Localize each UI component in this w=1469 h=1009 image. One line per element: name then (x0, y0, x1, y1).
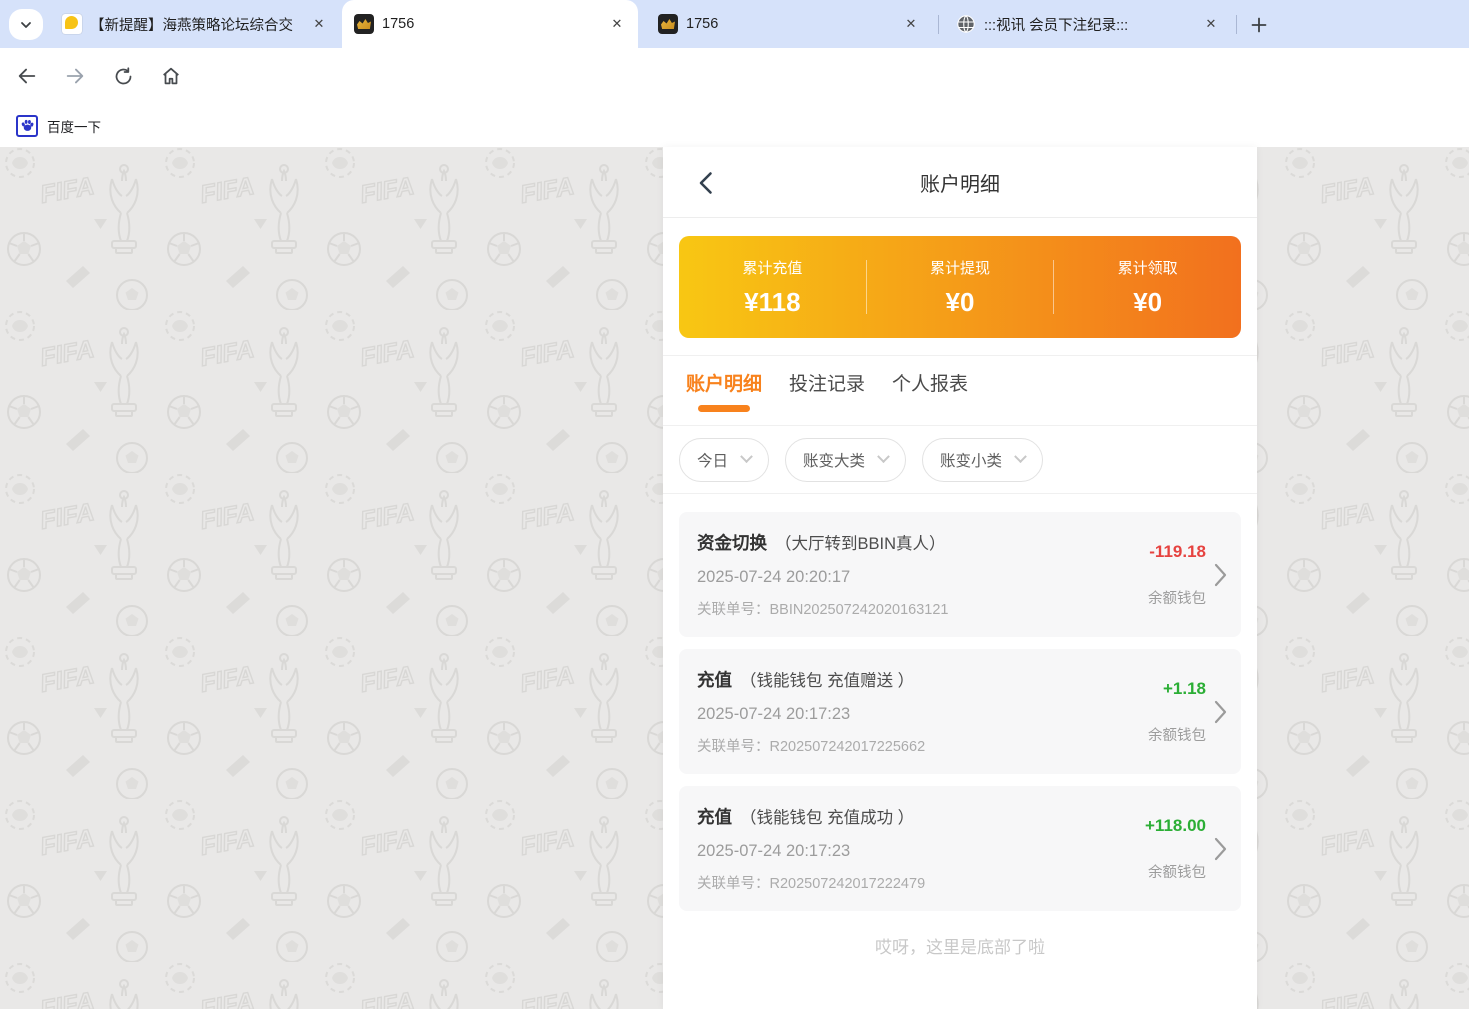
total-withdraw-value: ¥0 (946, 287, 975, 318)
txn-wallet: 余额钱包 (1148, 587, 1206, 608)
reload-button[interactable] (106, 59, 140, 93)
gold-emblem-favicon-icon (658, 14, 678, 34)
txn-amount: -119.18 (1149, 542, 1206, 562)
browser-tab-1[interactable]: 【新提醒】海燕策略论坛综合交 ✕ (50, 0, 340, 48)
txn-datetime: 2025-07-24 20:17:23 (697, 842, 925, 861)
filter-major-category-dropdown[interactable]: 账变大类 (785, 438, 906, 482)
transaction-row[interactable]: 充值 （钱能钱包 充值赠送 ） 2025-07-24 20:17:23 关联单号… (679, 649, 1241, 774)
tab-bet-records[interactable]: 投注记录 (789, 369, 865, 412)
chevron-down-icon (1014, 450, 1027, 463)
tab-personal-report[interactable]: 个人报表 (892, 369, 968, 412)
total-deposit-value: ¥118 (744, 287, 800, 318)
globe-icon (956, 14, 976, 34)
forum-favicon-icon (62, 14, 82, 34)
close-icon[interactable]: ✕ (310, 15, 328, 33)
txn-wallet: 余额钱包 (1148, 861, 1206, 882)
txn-datetime: 2025-07-24 20:17:23 (697, 705, 925, 724)
total-claimed-value: ¥0 (1133, 287, 1162, 318)
baidu-paw-icon (16, 115, 38, 137)
filter-minor-category-dropdown[interactable]: 账变小类 (922, 438, 1043, 482)
chevron-down-icon (740, 450, 753, 463)
transaction-row[interactable]: 资金切换 （大厅转到BBIN真人） 2025-07-24 20:20:17 关联… (679, 512, 1241, 637)
back-button[interactable] (10, 59, 44, 93)
total-claimed-label: 累计领取 (1118, 257, 1178, 278)
tab-title: :::视讯 会员下注纪录::: (984, 14, 1194, 35)
end-of-list-text: 哎呀，这里是底部了啦 (679, 933, 1241, 958)
totals-card: 累计充值 ¥118 累计提现 ¥0 累计领取 ¥0 (679, 236, 1241, 338)
txn-type: 资金切换 (697, 530, 767, 555)
tab-separator (1236, 15, 1237, 34)
total-claimed: 累计领取 ¥0 (1054, 257, 1241, 318)
txn-subtitle: （钱能钱包 充值赠送 ） (740, 667, 914, 691)
close-icon[interactable]: ✕ (608, 15, 626, 33)
close-icon[interactable]: ✕ (902, 15, 920, 33)
close-icon[interactable]: ✕ (1202, 15, 1220, 33)
summary-section: 累计充值 ¥118 累计提现 ¥0 累计领取 ¥0 (663, 218, 1257, 356)
filter-label: 账变大类 (803, 449, 865, 471)
total-deposit: 累计充值 ¥118 (679, 257, 866, 318)
chevron-right-icon (1214, 563, 1227, 587)
txn-datetime: 2025-07-24 20:20:17 (697, 568, 949, 587)
page-title: 账户明细 (663, 147, 1257, 218)
txn-type: 充值 (697, 804, 732, 829)
new-tab-button[interactable] (1246, 12, 1272, 38)
browser-tab-strip: 【新提醒】海燕策略论坛综合交 ✕ 1756 ✕ 1756 ✕ :::视讯 会员下… (0, 0, 1469, 48)
total-withdraw: 累计提现 ¥0 (867, 257, 1054, 318)
transaction-row[interactable]: 充值 （钱能钱包 充值成功 ） 2025-07-24 20:17:23 关联单号… (679, 786, 1241, 911)
plus-icon (1251, 17, 1267, 33)
total-withdraw-label: 累计提现 (930, 257, 990, 278)
tab-search-button[interactable] (9, 9, 43, 40)
chevron-down-icon (19, 18, 33, 32)
filter-date-dropdown[interactable]: 今日 (679, 438, 769, 482)
chevron-down-icon (877, 450, 890, 463)
chevron-right-icon (1214, 837, 1227, 861)
chevron-right-icon (1214, 700, 1227, 724)
reload-icon (113, 66, 134, 87)
panel-header: 账户明细 (663, 147, 1257, 218)
tab-title: 1756 (382, 16, 600, 32)
tab-label: 个人报表 (892, 369, 968, 396)
txn-order-number: 关联单号：R202507242017225662 (697, 735, 925, 756)
forward-button[interactable] (58, 59, 92, 93)
gold-emblem-favicon-icon (354, 14, 374, 34)
page-tabs: 账户明细 投注记录 个人报表 (663, 356, 1257, 426)
txn-order-number: 关联单号：BBIN202507242020163121 (697, 598, 949, 619)
tab-title: 1756 (686, 16, 894, 32)
txn-type: 充值 (697, 667, 732, 692)
tab-title: 【新提醒】海燕策略论坛综合交 (90, 14, 302, 35)
tab-label: 投注记录 (789, 369, 865, 396)
tab-account-detail[interactable]: 账户明细 (686, 369, 762, 412)
filter-label: 账变小类 (940, 449, 1002, 471)
home-icon (160, 65, 182, 87)
tab-label: 账户明细 (686, 369, 762, 396)
browser-toolbar: 175616.cc/reports/index (0, 48, 1469, 104)
filter-label: 今日 (697, 449, 728, 471)
forward-arrow-icon (64, 65, 86, 87)
tab-separator (938, 15, 939, 34)
browser-tab-2-active[interactable]: 1756 ✕ (342, 0, 638, 48)
total-deposit-label: 累计充值 (742, 257, 802, 278)
bookmark-baidu[interactable]: 百度一下 (47, 116, 101, 136)
txn-amount: +1.18 (1163, 679, 1206, 699)
home-button[interactable] (154, 59, 188, 93)
browser-tab-4[interactable]: :::视讯 会员下注纪录::: ✕ (944, 0, 1232, 48)
browser-tab-3[interactable]: 1756 ✕ (646, 0, 932, 48)
txn-subtitle: （大厅转到BBIN真人） (775, 530, 946, 554)
active-tab-underline (698, 405, 750, 412)
txn-amount: +118.00 (1145, 816, 1206, 836)
account-panel: 账户明细 累计充值 ¥118 累计提现 ¥0 累计领取 ¥0 账户明细 投注 (663, 147, 1257, 1009)
back-arrow-icon (16, 65, 38, 87)
txn-order-number: 关联单号：R202507242017222479 (697, 872, 925, 893)
filters-row: 今日 账变大类 账变小类 (663, 426, 1257, 494)
txn-subtitle: （钱能钱包 充值成功 ） (740, 804, 914, 828)
txn-wallet: 余额钱包 (1148, 724, 1206, 745)
bookmarks-bar: 百度一下 (0, 104, 1469, 147)
transaction-list: 资金切换 （大厅转到BBIN真人） 2025-07-24 20:20:17 关联… (663, 494, 1257, 958)
